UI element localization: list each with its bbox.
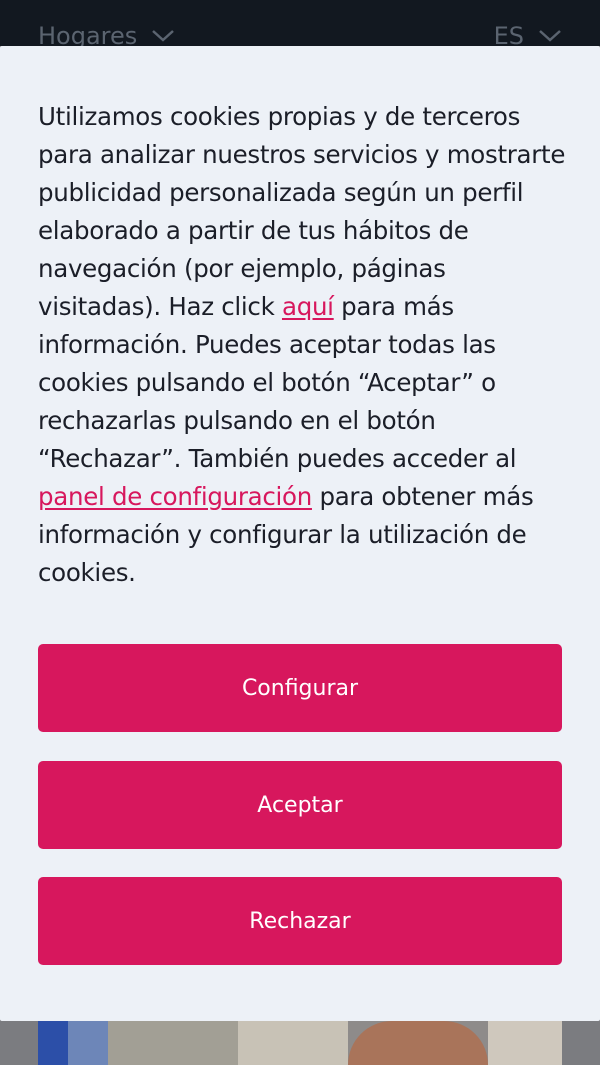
accept-button[interactable]: Aceptar bbox=[38, 761, 562, 849]
more-info-link[interactable]: aquí bbox=[282, 292, 334, 321]
background-hero-image bbox=[0, 1021, 600, 1065]
cookie-consent-banner: Utilizamos cookies propias y de terceros… bbox=[0, 46, 600, 1021]
config-panel-link[interactable]: panel de configuración bbox=[38, 482, 312, 511]
cookie-text-part: Utilizamos cookies propias y de terceros… bbox=[38, 102, 566, 321]
chevron-down-icon bbox=[152, 30, 175, 42]
cookie-description: Utilizamos cookies propias y de terceros… bbox=[38, 98, 568, 592]
configure-button[interactable]: Configurar bbox=[38, 644, 562, 732]
reject-button[interactable]: Rechazar bbox=[38, 877, 562, 965]
chevron-down-icon bbox=[539, 30, 561, 42]
site-header: Hogares ES bbox=[0, 0, 600, 50]
